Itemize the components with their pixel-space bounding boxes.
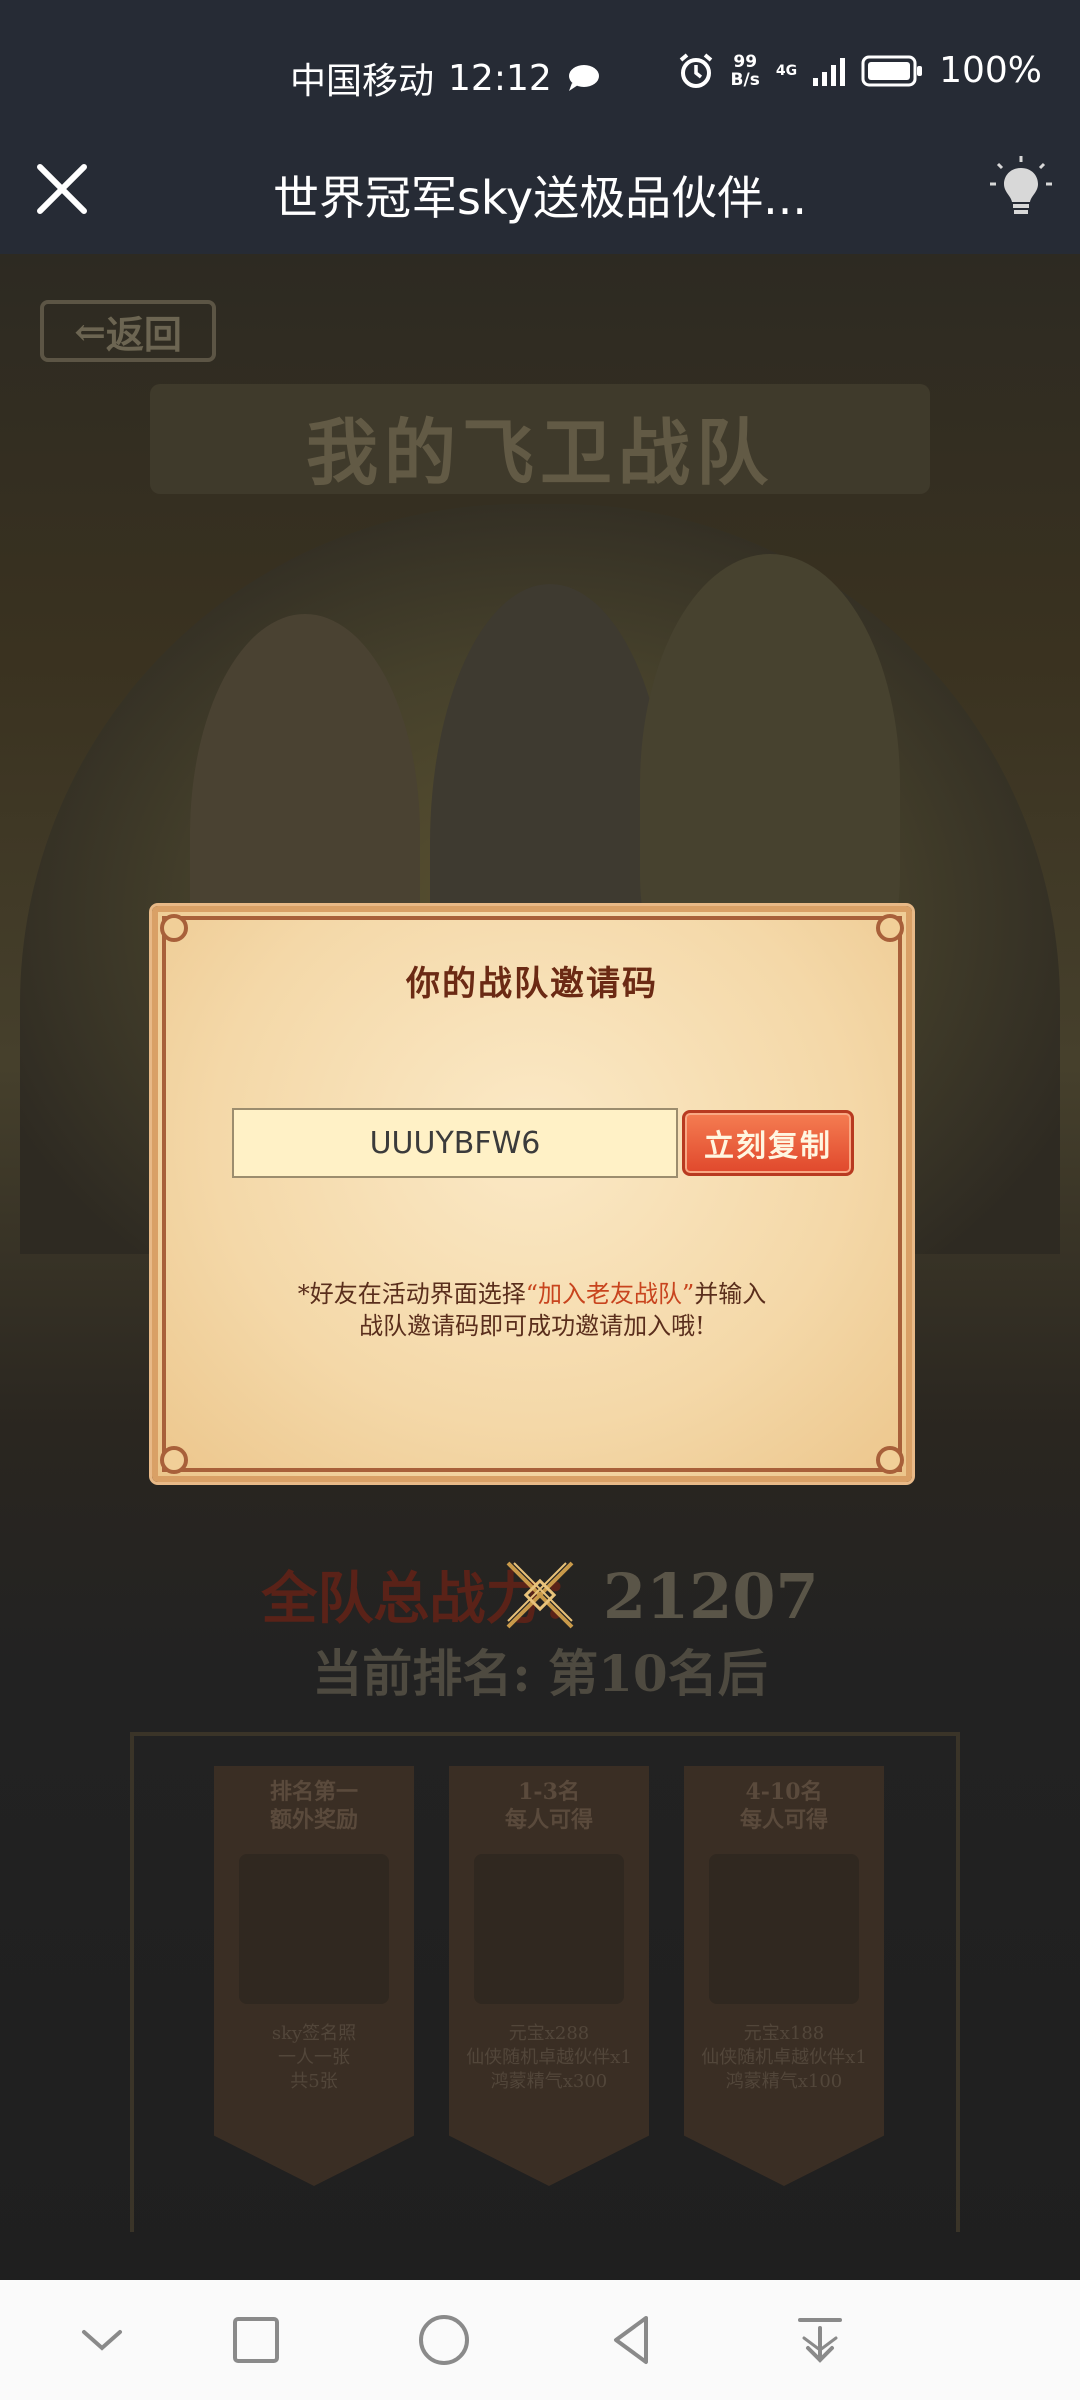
reward-card: 排名第一 额外奖励 sky签名照 一人一张共5张 — [214, 1766, 414, 2186]
reward-photo — [239, 1854, 389, 2004]
corner-ornament — [160, 1446, 188, 1474]
reward-item: sky签名照 — [271, 2023, 357, 2044]
reward-subtitle: 额外奖励 — [269, 1807, 358, 1833]
reward-item: 鸿蒙精气x100 — [725, 2071, 843, 2092]
speed-value: 99 — [733, 51, 758, 72]
invite-code-dialog: 你的战队邀请码 UUUYBFW6 立刻复制 *好友在活动界面选择“加入老友战队”… — [152, 906, 912, 1482]
hint-text: *好友在活动界面选择 — [297, 1280, 526, 1308]
chevron-down-icon[interactable] — [72, 2310, 132, 2370]
reward-subtitle: 每人可得 — [739, 1807, 828, 1833]
corner-ornament — [876, 914, 904, 942]
battery-percent: 100% — [939, 50, 1042, 91]
reward-subtitle: 每人可得 — [504, 1807, 593, 1833]
invite-hint: *好友在活动界面选择“加入老友战队”并输入 战队邀请码即可成功邀请加入哦! — [218, 1278, 846, 1342]
hint-text: 并输入 — [694, 1280, 767, 1308]
message-icon — [568, 65, 599, 91]
download-icon[interactable] — [790, 2310, 850, 2370]
hint-highlight: “加入老友战队” — [525, 1280, 695, 1308]
reward-card: 1-3名 每人可得 元宝x288 仙侠随机卓越伙伴x1 鸿蒙精气x300 — [449, 1766, 649, 2186]
title-bar: 世界冠军sky送极品伙伴... — [0, 124, 1080, 254]
bulb-icon[interactable] — [986, 154, 1056, 224]
status-right: 99 B/s 4G 100% — [677, 50, 1042, 91]
carrier-label: 中国移动 — [290, 61, 435, 102]
status-bar: 中国移动 12:12 99 B/s 4G 100% — [0, 0, 1080, 124]
network-speed: 99 B/s — [731, 53, 760, 89]
clock: 12:12 — [448, 57, 552, 99]
alarm-icon — [679, 52, 712, 88]
reward-card: 4-10名 每人可得 元宝x188 仙侠随机卓越伙伴x1 鸿蒙精气x100 — [684, 1766, 884, 2186]
status-left: 中国移动 12:12 — [290, 52, 600, 104]
corner-ornament — [160, 914, 188, 942]
close-icon[interactable] — [30, 157, 94, 221]
back-triangle-icon[interactable] — [602, 2310, 662, 2370]
back-arrow-icon: ⇐ — [74, 308, 106, 354]
reward-character-art — [474, 1854, 624, 2004]
hint-text: 战队邀请码即可成功邀请加入哦! — [359, 1312, 705, 1340]
modal-close-icon[interactable] — [500, 1555, 580, 1635]
signal-icon — [813, 57, 846, 86]
reward-item: 元宝x188 — [743, 2023, 825, 2044]
current-rank: 当前排名: 第10名后 — [312, 1644, 768, 1703]
invite-code-field[interactable]: UUUYBFW6 — [232, 1108, 678, 1178]
copy-button[interactable]: 立刻复制 — [682, 1110, 854, 1176]
reward-title: 4-10名 — [745, 1779, 823, 1805]
reward-item: 仙侠随机卓越伙伴x1 — [466, 2047, 632, 2068]
battery-icon — [861, 55, 923, 86]
back-label: 返回 — [105, 311, 182, 357]
reward-title: 排名第一 — [269, 1779, 358, 1805]
reward-character-art — [709, 1854, 859, 2004]
team-heading: 我的飞卫战队 — [305, 410, 774, 495]
rewards-panel: 排名第一 额外奖励 sky签名照 一人一张 共5张 1-3名 每人可得 元宝x288 仙侠… — [130, 1732, 960, 2232]
reward-item: 共5张 — [290, 2071, 338, 2092]
corner-ornament — [876, 1446, 904, 1474]
reward-item: 元宝x288 — [508, 2023, 590, 2044]
reward-item: 仙侠随机卓越伙伴x1 — [701, 2047, 867, 2068]
dialog-title: 你的战队邀请码 — [406, 964, 658, 1004]
network-type: 4G — [775, 62, 798, 79]
reward-title: 1-3名 — [518, 1779, 580, 1805]
circle-icon[interactable] — [414, 2310, 474, 2370]
system-nav-bar — [0, 2280, 1080, 2400]
power-value: 21207 — [602, 1560, 819, 1633]
reward-item: 鸿蒙精气x300 — [490, 2071, 608, 2092]
reward-item: 一人一张 — [278, 2047, 350, 2068]
square-icon[interactable] — [226, 2310, 286, 2370]
speed-unit: B/s — [730, 69, 760, 90]
page-title: 世界冠军sky送极品伙伴... — [272, 171, 808, 225]
back-button[interactable]: ⇐ 返回 — [40, 300, 216, 362]
